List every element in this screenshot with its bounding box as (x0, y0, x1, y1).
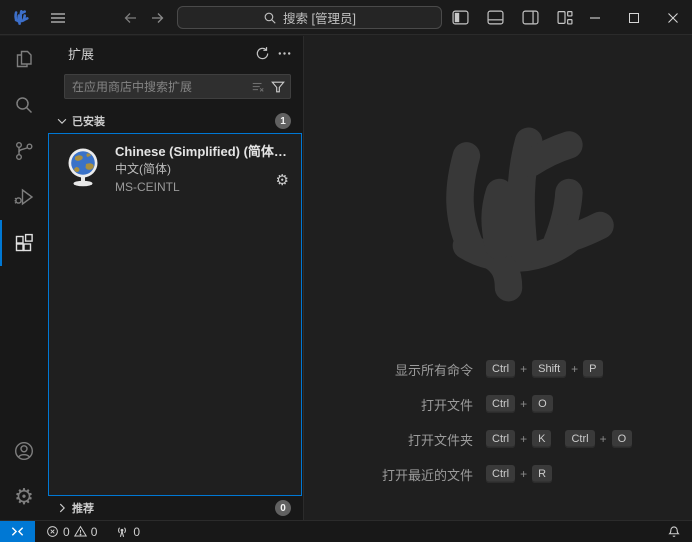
extension-globe-icon (61, 144, 105, 188)
activity-bar: ⚙ (0, 36, 48, 520)
keycap: Ctrl (486, 360, 515, 378)
toggle-panel-icon[interactable] (484, 5, 506, 30)
extension-list-item[interactable]: Chinese (Simplified) (简体… 中文(简体) MS-CEIN… (49, 134, 301, 196)
clear-search-icon[interactable] (248, 77, 268, 97)
radio-tower-icon (115, 525, 129, 539)
chevron-down-icon (54, 113, 70, 129)
run-debug-icon[interactable] (0, 174, 48, 220)
more-actions-icon[interactable] (273, 43, 295, 65)
status-bar: 0 0 0 (0, 520, 692, 542)
problems-status[interactable]: 0 0 (41, 521, 102, 542)
ports-status[interactable]: 0 (110, 521, 145, 542)
error-count: 0 (63, 525, 70, 539)
keycap: P (583, 360, 602, 378)
keycap: Ctrl (486, 395, 515, 413)
keycap: Ctrl (486, 430, 515, 448)
search-icon (263, 11, 277, 25)
minimize-button[interactable] (575, 0, 614, 35)
remote-indicator-icon[interactable] (0, 521, 35, 542)
command-center-search[interactable]: 搜索 [管理员] (177, 6, 442, 29)
extensions-search-box (64, 74, 291, 99)
accounts-icon[interactable] (0, 428, 48, 474)
menu-icon[interactable] (44, 5, 72, 30)
keycap: K (532, 430, 551, 448)
keycap: O (532, 395, 553, 413)
extensions-sidebar: 扩展 (48, 36, 304, 520)
shortcut-label: 打开文件 (305, 395, 473, 414)
title-bar: 搜索 [管理员] (0, 0, 692, 35)
extension-publisher: MS-CEINTL (115, 178, 293, 196)
close-button[interactable] (653, 0, 692, 35)
settings-gear-icon[interactable]: ⚙ (0, 474, 48, 520)
section-recommended[interactable]: 推荐 0 (48, 496, 303, 520)
section-recommended-label: 推荐 (72, 500, 275, 516)
watermark-coral-logo (406, 100, 644, 318)
nav-back-icon[interactable] (116, 5, 144, 30)
ports-count: 0 (133, 525, 140, 539)
shortcut-row: 显示所有命令 Ctrl + Shift + P (305, 358, 692, 380)
extension-description: 中文(简体) (115, 160, 293, 178)
toggle-secondary-sidebar-icon[interactable] (519, 5, 541, 30)
app-window: 搜索 [管理员] (0, 0, 692, 542)
source-control-icon[interactable] (0, 128, 48, 174)
shortcut-row: 打开最近的文件 Ctrl + R (305, 463, 692, 485)
nav-forward-icon[interactable] (144, 5, 172, 30)
recommended-count-badge: 0 (275, 500, 291, 516)
installed-extensions-list: Chinese (Simplified) (简体… 中文(简体) MS-CEIN… (48, 133, 302, 496)
customize-layout-icon[interactable] (554, 5, 576, 30)
notifications-bell-icon[interactable] (662, 521, 686, 542)
keycap: Shift (532, 360, 566, 378)
maximize-button[interactable] (614, 0, 653, 35)
shortcut-label: 显示所有命令 (305, 360, 473, 379)
explorer-icon[interactable] (0, 36, 48, 82)
extensions-view-icon[interactable] (0, 220, 48, 266)
toggle-primary-sidebar-icon[interactable] (449, 5, 471, 30)
search-view-icon[interactable] (0, 82, 48, 128)
plus-separator: + (571, 362, 578, 376)
chevron-right-icon (54, 500, 70, 516)
window-controls (575, 0, 692, 35)
plus-separator: + (520, 362, 527, 376)
keycap: Ctrl (565, 430, 594, 448)
plus-separator: + (600, 432, 607, 446)
plus-separator: + (520, 432, 527, 446)
editor-area: 显示所有命令 Ctrl + Shift + P 打开文件 Ctrl + O 打开文件夹 Ct… (305, 36, 692, 520)
extensions-search-input[interactable] (72, 80, 248, 94)
keycap: R (532, 465, 552, 483)
sidebar-title: 扩展 (68, 44, 251, 63)
extension-text: Chinese (Simplified) (简体… 中文(简体) MS-CEIN… (115, 143, 293, 196)
warning-icon (74, 525, 87, 538)
extension-name: Chinese (Simplified) (简体… (115, 143, 291, 160)
installed-count-badge: 1 (275, 113, 291, 129)
layout-controls (449, 5, 576, 30)
keycap: O (612, 430, 633, 448)
section-installed[interactable]: 已安装 1 (48, 109, 303, 133)
welcome-shortcuts: 显示所有命令 Ctrl + Shift + P 打开文件 Ctrl + O 打开文件夹 Ct… (305, 358, 692, 498)
app-logo-icon (11, 7, 31, 27)
manage-extension-gear-icon[interactable]: ⚙ (276, 173, 289, 188)
filter-icon[interactable] (268, 77, 288, 97)
keycap: Ctrl (486, 465, 515, 483)
plus-separator: + (520, 467, 527, 481)
activity-bar-spacer (0, 266, 48, 428)
plus-separator: + (520, 397, 527, 411)
refresh-icon[interactable] (251, 43, 273, 65)
command-center-label: 搜索 [管理员] (283, 8, 356, 27)
sidebar-header: 扩展 (48, 36, 303, 71)
section-installed-label: 已安装 (72, 113, 275, 129)
shortcut-row: 打开文件 Ctrl + O (305, 393, 692, 415)
shortcut-label: 打开文件夹 (305, 430, 473, 449)
warning-count: 0 (91, 525, 98, 539)
shortcut-label: 打开最近的文件 (305, 465, 473, 484)
error-icon (46, 525, 59, 538)
shortcut-row: 打开文件夹 Ctrl + K Ctrl + O (305, 428, 692, 450)
